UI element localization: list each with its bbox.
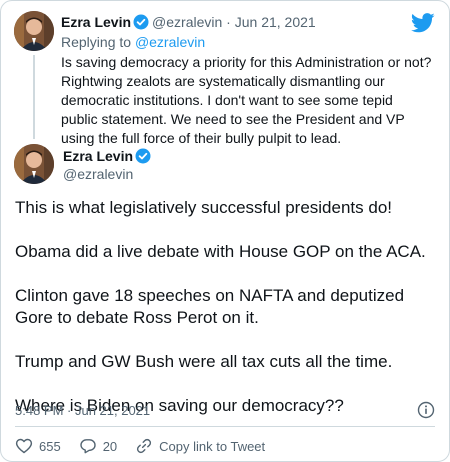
reply-header: Ezra Levin @ezralevin · Jun 21, 2021 — [61, 13, 316, 31]
like-button[interactable]: 655 — [15, 437, 61, 455]
replying-to-prefix: Replying to — [61, 34, 132, 50]
tweet-author-handle[interactable]: @ezralevin — [63, 165, 133, 183]
tweet-paragraph: Trump and GW Bush were all tax cuts all … — [15, 352, 393, 371]
reply-separator: · — [226, 14, 231, 30]
tweet-paragraph: Clinton gave 18 speeches on NAFTA and de… — [15, 286, 405, 327]
tweet-timestamp[interactable]: 5:48 PM · Jun 21, 2021 — [15, 403, 150, 418]
tweet-paragraph: This is what legislatively successful pr… — [15, 198, 392, 217]
tweet-actions: 655 20 Copy link to Tweet — [15, 435, 283, 457]
replying-to-handle[interactable]: @ezralevin — [135, 34, 205, 50]
like-count: 655 — [39, 438, 61, 454]
tweet-author-avatar[interactable] — [14, 144, 54, 184]
twitter-bird-icon[interactable] — [411, 13, 435, 33]
reply-tweet-text: Is saving democracy a priority for this … — [61, 54, 432, 146]
tweet-paragraph: Obama did a live debate with House GOP o… — [15, 242, 426, 261]
copy-link-button[interactable]: Copy link to Tweet — [135, 437, 265, 455]
verified-badge-icon — [133, 14, 149, 30]
reply-author-handle[interactable]: @ezralevin — [152, 14, 222, 30]
tweet-author-name[interactable]: Ezra Levin — [63, 148, 133, 164]
reply-count: 20 — [102, 438, 118, 454]
thread-connector-line — [33, 55, 35, 139]
tweet-author-name-row: Ezra Levin — [63, 147, 154, 165]
actions-divider — [15, 426, 435, 427]
tweet-embed-card: Ezra Levin @ezralevin · Jun 21, 2021 Repl… — [0, 0, 450, 462]
reply-icon — [80, 439, 96, 454]
heart-icon — [15, 438, 33, 454]
verified-badge-icon — [135, 148, 151, 164]
reply-author-name[interactable]: Ezra Levin — [61, 14, 131, 30]
reply-button[interactable]: 20 — [79, 437, 117, 455]
link-icon — [137, 438, 152, 454]
info-icon[interactable] — [417, 401, 435, 419]
reply-author-avatar[interactable] — [14, 11, 54, 51]
replying-to: Replying to @ezralevin — [61, 33, 205, 51]
copy-link-label: Copy link to Tweet — [159, 438, 266, 454]
reply-date[interactable]: Jun 21, 2021 — [235, 14, 316, 30]
